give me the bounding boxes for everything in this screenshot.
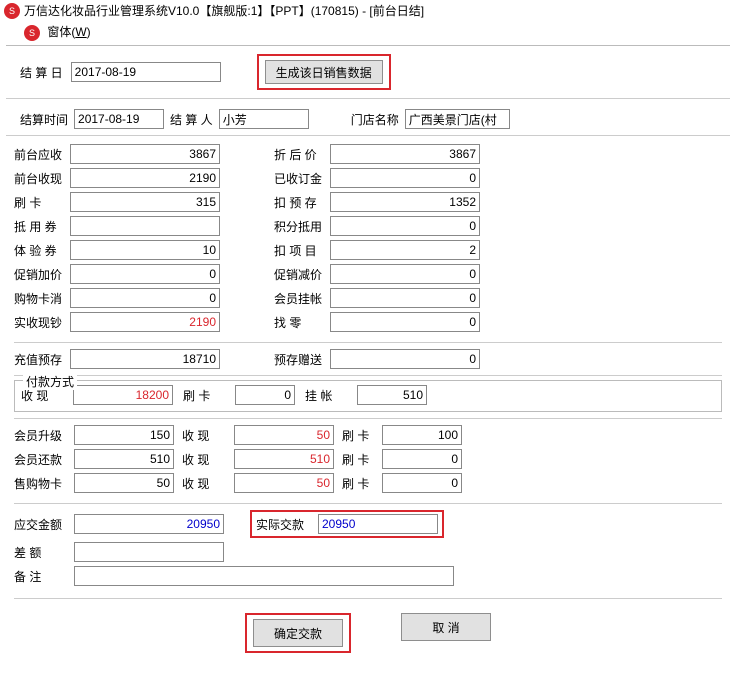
recharge-label: 充值预存	[14, 351, 70, 368]
deduct-item-input[interactable]	[330, 240, 480, 260]
settlement-person-label: 结 算 人	[170, 111, 213, 128]
member-credit-input[interactable]	[330, 288, 480, 308]
upgrade-card-label: 刷 卡	[342, 427, 378, 444]
front-receivable-label: 前台应收	[14, 146, 70, 163]
actual-pay-highlight: 实际交款	[250, 510, 444, 538]
promo-down-label: 促销减价	[274, 266, 330, 283]
settlement-date-row: 结 算 日 生成该日销售数据	[6, 45, 730, 99]
settlement-time-input[interactable]	[74, 109, 164, 129]
recharge-input[interactable]	[70, 349, 220, 369]
upgrade-label: 会员升级	[14, 427, 70, 444]
front-cash-label: 前台收现	[14, 170, 70, 187]
deduct-prepay-label: 扣 预 存	[274, 194, 330, 211]
app-icon-small: S	[24, 25, 40, 41]
confirm-button[interactable]: 确定交款	[253, 619, 343, 647]
promo-up-label: 促销加价	[14, 266, 70, 283]
deposit-received-label: 已收订金	[274, 170, 330, 187]
menu-window[interactable]: 窗体(W)	[47, 25, 90, 39]
sellcard-cash-input[interactable]	[234, 473, 334, 493]
front-cash-input[interactable]	[70, 168, 220, 188]
upgrade-cash-label: 收 现	[182, 427, 230, 444]
confirm-highlight: 确定交款	[245, 613, 351, 653]
voucher-label: 抵 用 券	[14, 218, 70, 235]
promo-down-input[interactable]	[330, 264, 480, 284]
deduct-prepay-input[interactable]	[330, 192, 480, 212]
pay-card-label: 刷 卡	[183, 387, 231, 404]
shopcard-spend-label: 购物卡消	[14, 290, 70, 307]
sellcard-card-input[interactable]	[382, 473, 462, 493]
deposit-received-input[interactable]	[330, 168, 480, 188]
trial-voucher-input[interactable]	[70, 240, 220, 260]
swipe-card-label: 刷 卡	[14, 194, 70, 211]
recharge-bonus-label: 预存赠送	[274, 351, 330, 368]
actual-input[interactable]	[318, 514, 438, 534]
settlement-time-label: 结算时间	[20, 111, 68, 128]
actual-cash-input[interactable]	[70, 312, 220, 332]
voucher-input[interactable]	[70, 216, 220, 236]
trial-voucher-label: 体 验 券	[14, 242, 70, 259]
swipe-card-input[interactable]	[70, 192, 220, 212]
actual-cash-label: 实收现钞	[14, 314, 70, 331]
member-credit-label: 会员挂帐	[274, 290, 330, 307]
points-offset-label: 积分抵用	[274, 218, 330, 235]
repay-cash-input[interactable]	[234, 449, 334, 469]
diff-label: 差 额	[14, 544, 70, 561]
totals-section: 应交金额 实际交款 差 额 备 注	[14, 510, 722, 599]
sellcard-label: 售购物卡	[14, 475, 70, 492]
due-label: 应交金额	[14, 516, 70, 533]
recharge-bonus-input[interactable]	[330, 349, 480, 369]
upgrade-input[interactable]	[74, 425, 174, 445]
pay-credit-input[interactable]	[357, 385, 427, 405]
promo-up-input[interactable]	[70, 264, 220, 284]
shopcard-spend-input[interactable]	[70, 288, 220, 308]
note-input[interactable]	[74, 566, 454, 586]
diff-input[interactable]	[74, 542, 224, 562]
discount-price-input[interactable]	[330, 144, 480, 164]
sellcard-card-label: 刷 卡	[342, 475, 378, 492]
title-bar: S 万信达化妆品行业管理系统V10.0【旗舰版:1】【PPT】(170815) …	[0, 0, 736, 21]
points-offset-input[interactable]	[330, 216, 480, 236]
actual-label: 实际交款	[256, 516, 312, 533]
change-input[interactable]	[330, 312, 480, 332]
deduct-item-label: 扣 项 目	[274, 242, 330, 259]
sellcard-input[interactable]	[74, 473, 174, 493]
upgrade-cash-input[interactable]	[234, 425, 334, 445]
due-input[interactable]	[74, 514, 224, 534]
store-name-input[interactable]	[405, 109, 510, 129]
pay-credit-label: 挂 帐	[305, 387, 353, 404]
front-receivable-input[interactable]	[70, 144, 220, 164]
settlement-person-input[interactable]	[219, 109, 309, 129]
repay-label: 会员还款	[14, 451, 70, 468]
summary-grid: 前台应收 折 后 价 前台收现 已收订金 刷 卡 扣 预 存 抵 用 券 积分抵…	[14, 144, 722, 343]
app-icon: S	[4, 3, 20, 19]
upgrade-card-input[interactable]	[382, 425, 462, 445]
discount-price-label: 折 后 价	[274, 146, 330, 163]
recharge-section: 充值预存 预存赠送	[14, 349, 722, 376]
sellcard-cash-label: 收 现	[182, 475, 230, 492]
repay-cash-label: 收 现	[182, 451, 230, 468]
pay-cash-input[interactable]	[73, 385, 173, 405]
action-buttons: 确定交款 取 消	[0, 613, 736, 653]
repay-card-input[interactable]	[382, 449, 462, 469]
repay-input[interactable]	[74, 449, 174, 469]
member-rows: 会员升级 收 现 刷 卡 会员还款 收 现 刷 卡 售购物卡 收 现 刷 卡	[14, 418, 722, 504]
cancel-button[interactable]: 取 消	[401, 613, 491, 641]
settlement-info-row: 结算时间 结 算 人 门店名称	[6, 99, 730, 136]
repay-card-label: 刷 卡	[342, 451, 378, 468]
change-label: 找 零	[274, 314, 330, 331]
settlement-date-input[interactable]	[71, 62, 221, 82]
store-name-label: 门店名称	[351, 111, 399, 128]
menu-bar: S 窗体(W)	[0, 21, 736, 45]
settlement-date-label: 结 算 日	[20, 64, 63, 81]
window-title: 万信达化妆品行业管理系统V10.0【旗舰版:1】【PPT】(170815) - …	[24, 2, 424, 19]
note-label: 备 注	[14, 568, 70, 585]
generate-sales-button[interactable]: 生成该日销售数据	[265, 60, 383, 84]
generate-highlight: 生成该日销售数据	[257, 54, 391, 90]
payment-method-fieldset: 付款方式 收 现 刷 卡 挂 帐	[14, 380, 722, 412]
payment-legend: 付款方式	[23, 373, 77, 390]
pay-card-input[interactable]	[235, 385, 295, 405]
